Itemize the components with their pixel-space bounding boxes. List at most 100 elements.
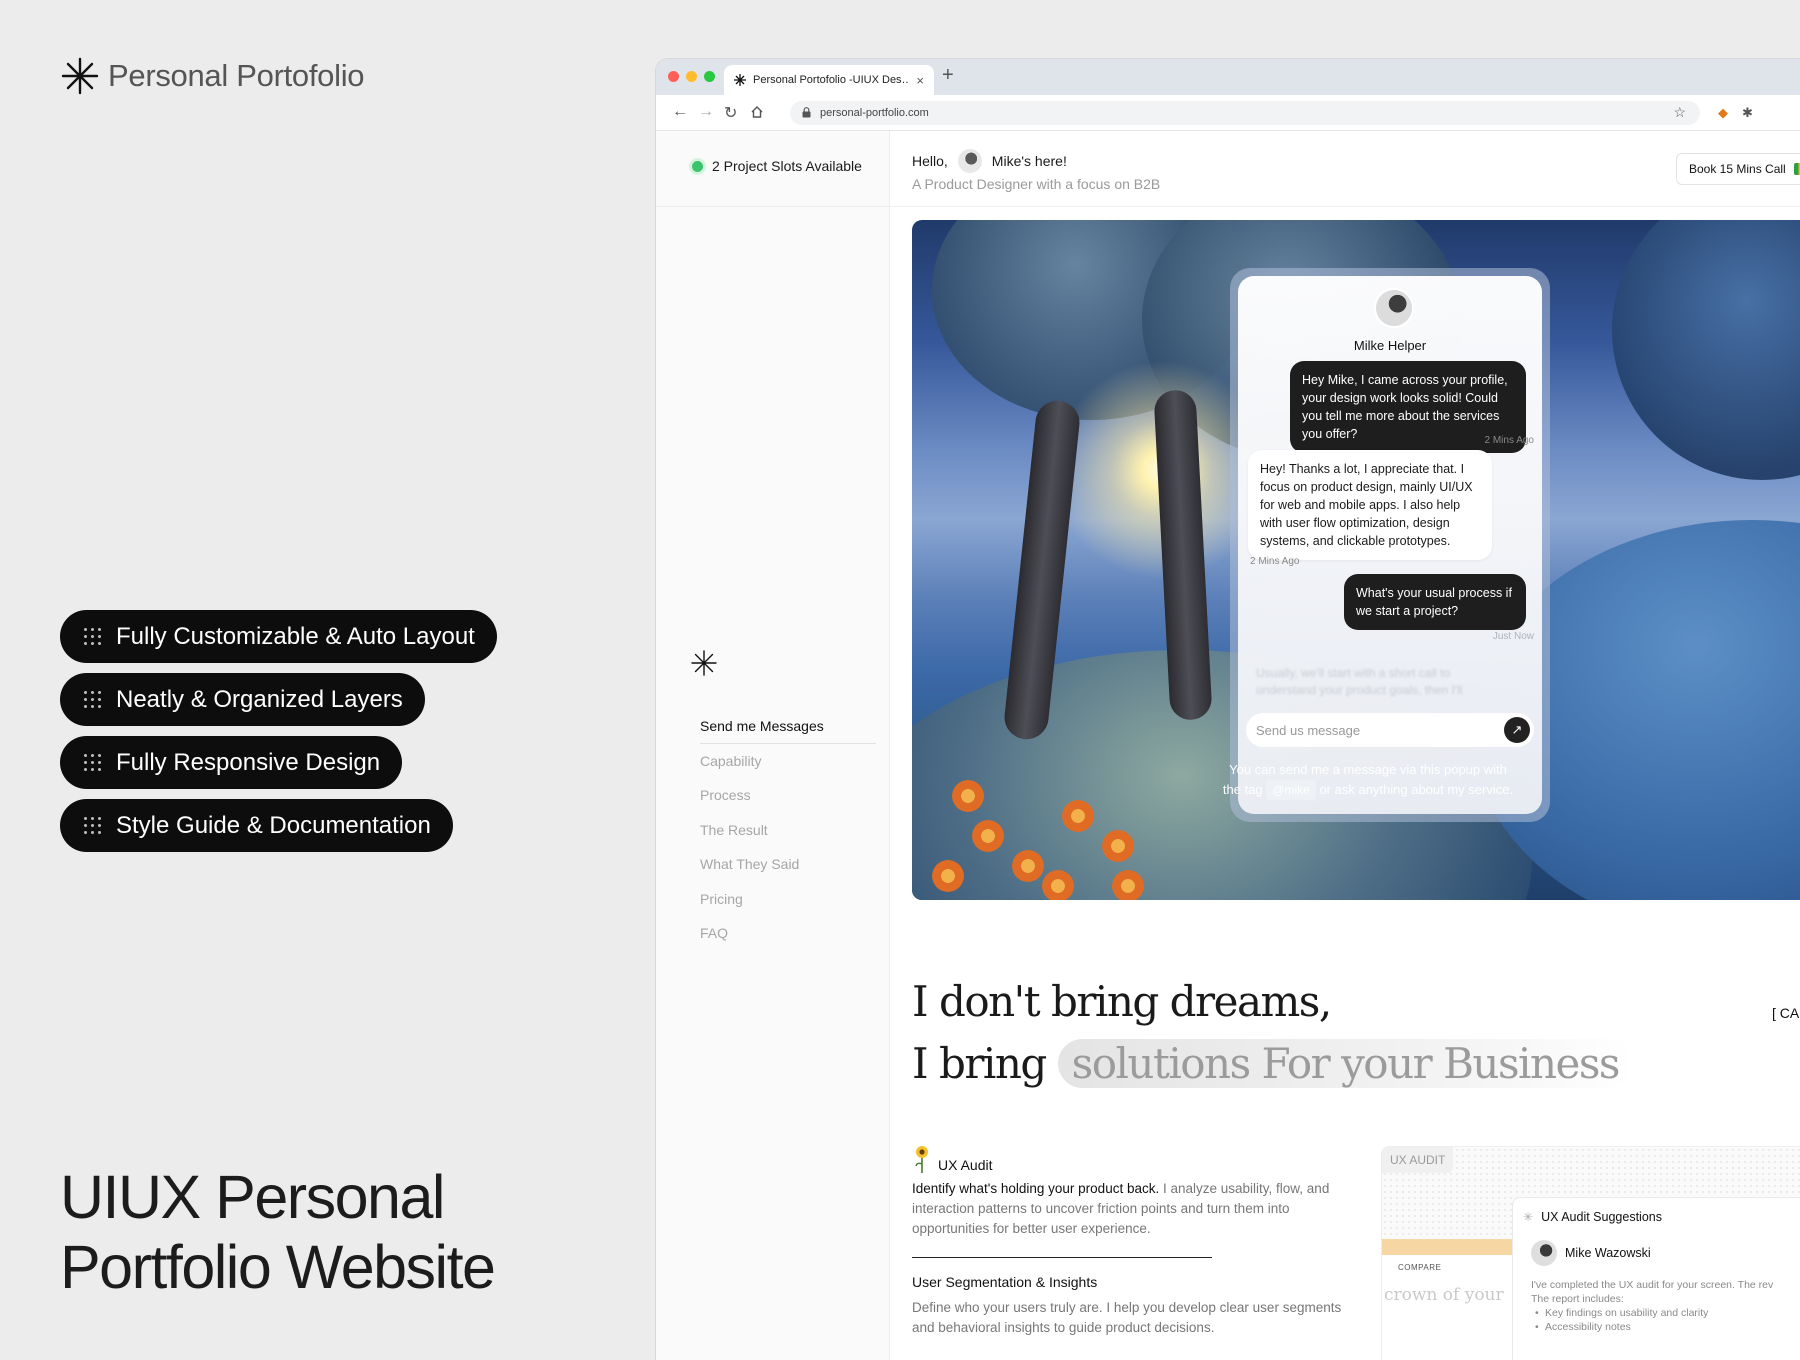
crown-text: crown of your bbox=[1384, 1285, 1504, 1305]
headline-line: UIUX Personal bbox=[60, 1163, 445, 1231]
compare-label: COMPARE bbox=[1398, 1263, 1442, 1272]
sunflower-icon bbox=[915, 1146, 928, 1173]
flower bbox=[972, 820, 1004, 852]
flower bbox=[932, 860, 964, 892]
panel-text: I've completed the UX audit for your scr… bbox=[1531, 1279, 1774, 1291]
hero-caption: You can send me a message via this popup… bbox=[1188, 760, 1548, 800]
reload-icon[interactable]: ↻ bbox=[724, 103, 737, 123]
url-text: personal-portfolio.com bbox=[820, 107, 929, 119]
browser-tab[interactable]: Personal Portofolio -UIUX Des… × bbox=[724, 65, 934, 95]
highlight-strip bbox=[1382, 1239, 1512, 1255]
extensions-puzzle-icon[interactable]: ✱ bbox=[1742, 105, 1753, 121]
google-meet-icon bbox=[1793, 163, 1800, 175]
lock-icon bbox=[802, 107, 811, 118]
statement-line: I bring solutions For your Business bbox=[912, 1033, 1633, 1095]
dots-icon bbox=[84, 753, 102, 772]
back-arrow-icon[interactable]: ← bbox=[672, 103, 688, 121]
user-name: Mike Wazowski bbox=[1565, 1246, 1651, 1260]
service-description: Define who your users truly are. I help … bbox=[912, 1300, 1342, 1335]
send-arrow-icon[interactable]: ↗ bbox=[1504, 717, 1530, 743]
panel-user: Mike Wazowski bbox=[1531, 1240, 1651, 1266]
dots-icon bbox=[84, 690, 102, 709]
service-title: User Segmentation & Insights bbox=[912, 1274, 1098, 1290]
nav-item-pricing[interactable]: Pricing bbox=[700, 882, 876, 917]
typing-preview: Usually, we'll start with a short call t… bbox=[1256, 666, 1463, 697]
tab-bar: Personal Portofolio -UIUX Des… × + bbox=[656, 59, 1800, 95]
tree-canopy bbox=[1612, 220, 1800, 480]
flower bbox=[1012, 850, 1044, 882]
tagline: A Product Designer with a focus on B2B bbox=[912, 176, 1161, 192]
message-timestamp: 2 Mins Ago bbox=[1250, 556, 1300, 567]
headline-line: Portfolio Website bbox=[60, 1233, 496, 1301]
nav-item-send-messages[interactable]: Send me Messages bbox=[700, 709, 876, 744]
service-lead: Identify what's holding your product bac… bbox=[912, 1181, 1160, 1196]
chat-message-incoming: Hey! Thanks a lot, I appreciate that. I … bbox=[1248, 450, 1492, 560]
flower bbox=[1112, 870, 1144, 900]
address-bar: ← → ↻ personal-portfolio.com ☆ ◆ ✱ bbox=[656, 95, 1800, 131]
avatar bbox=[1374, 288, 1414, 328]
panel-body: I've completed the UX audit for your scr… bbox=[1531, 1278, 1773, 1334]
chat-message-outgoing: What's your usual process if we start a … bbox=[1344, 574, 1526, 630]
status-dot bbox=[692, 160, 703, 172]
forward-arrow-icon[interactable]: → bbox=[698, 103, 714, 121]
tab-close-icon[interactable]: × bbox=[916, 73, 924, 88]
chat-contact-name: Milke Helper bbox=[1353, 338, 1427, 353]
book-call-label: Book 15 Mins Call bbox=[1689, 162, 1786, 176]
nav-item-faq[interactable]: FAQ bbox=[700, 916, 876, 951]
message-timestamp: 2 Mins Ago bbox=[1484, 435, 1534, 446]
service-title: UX Audit bbox=[938, 1157, 993, 1173]
home-icon[interactable] bbox=[750, 105, 764, 119]
hero-image: Milke Helper Hey Mike, I came across you… bbox=[912, 220, 1800, 900]
brand-name: Personal Portofolio bbox=[108, 58, 365, 93]
flower bbox=[1042, 870, 1074, 900]
feature-list: Fully Customizable & Auto Layout Neatly … bbox=[60, 610, 497, 852]
chat-popup: Milke Helper Hey Mike, I came across you… bbox=[1230, 268, 1550, 822]
mention-tag: @mike bbox=[1266, 780, 1316, 800]
asterisk-icon bbox=[691, 650, 717, 676]
avatar bbox=[957, 149, 982, 173]
hero-caption-text: or ask anything about my service. bbox=[1319, 782, 1514, 797]
nav-item-what-they-said[interactable]: What They Said bbox=[700, 847, 876, 882]
close-window-button[interactable] bbox=[668, 71, 679, 82]
bookmark-star-icon[interactable]: ☆ bbox=[1673, 104, 1686, 121]
section-nav: Send me Messages Capability Process The … bbox=[700, 709, 876, 951]
hero-caption-text: the tag bbox=[1222, 782, 1263, 797]
nav-item-the-result[interactable]: The Result bbox=[700, 813, 876, 848]
message-input[interactable]: Send us message ↗ bbox=[1246, 713, 1534, 747]
ux-audit-preview-card: UX AUDIT COMPARE crown of your ✳ UX Audi… bbox=[1381, 1146, 1800, 1360]
panel-text: The report includes: bbox=[1531, 1293, 1624, 1305]
card-label: UX AUDIT bbox=[1382, 1147, 1454, 1173]
flower bbox=[1062, 800, 1094, 832]
tab-title: Personal Portofolio -UIUX Des… bbox=[753, 74, 910, 86]
maximize-window-button[interactable] bbox=[704, 71, 715, 82]
avatar bbox=[1531, 1240, 1557, 1266]
feature-label: Style Guide & Documentation bbox=[116, 811, 431, 839]
list-item: Key findings on usability and clarity bbox=[1531, 1306, 1773, 1320]
feature-pill: Neatly & Organized Layers bbox=[60, 673, 425, 726]
greeting-hello: Hello, bbox=[912, 153, 948, 169]
asterisk-icon: ✳ bbox=[1523, 1210, 1534, 1224]
divider bbox=[656, 206, 890, 207]
audit-suggestions-panel: ✳ UX Audit Suggestions Mike Wazowski I'v… bbox=[1512, 1197, 1800, 1360]
url-field[interactable]: personal-portfolio.com ☆ bbox=[790, 101, 1700, 125]
availability-text: 2 Project Slots Available bbox=[712, 158, 862, 174]
new-tab-button[interactable]: + bbox=[942, 64, 954, 87]
portfolio-site: 2 Project Slots Available Send me Messag… bbox=[656, 131, 1800, 1360]
statement-prefix: I bring bbox=[912, 1039, 1047, 1088]
panel-header: ✳ UX Audit Suggestions bbox=[1523, 1210, 1662, 1224]
nav-item-capability[interactable]: Capability bbox=[700, 744, 876, 779]
minimize-window-button[interactable] bbox=[686, 71, 697, 82]
promo-headline: UIUX Personal Portfolio Website bbox=[60, 1162, 496, 1302]
flower bbox=[1102, 830, 1134, 862]
nav-item-process[interactable]: Process bbox=[700, 778, 876, 813]
service-description: Identify what's holding your product bac… bbox=[912, 1179, 1367, 1239]
statement-heading: I don't bring dreams, I bring solutions … bbox=[912, 971, 1633, 1095]
feature-label: Fully Responsive Design bbox=[116, 748, 381, 776]
book-call-button[interactable]: Book 15 Mins Call bbox=[1676, 153, 1800, 185]
statement-highlight: solutions For your Business bbox=[1057, 1039, 1633, 1088]
extension-fox-icon[interactable]: ◆ bbox=[1718, 105, 1728, 121]
feature-pill: Fully Responsive Design bbox=[60, 736, 403, 789]
brand-logo: Personal Portofolio bbox=[60, 56, 365, 96]
greeting-name: Mike's here! bbox=[991, 153, 1067, 169]
divider bbox=[912, 1257, 1212, 1258]
